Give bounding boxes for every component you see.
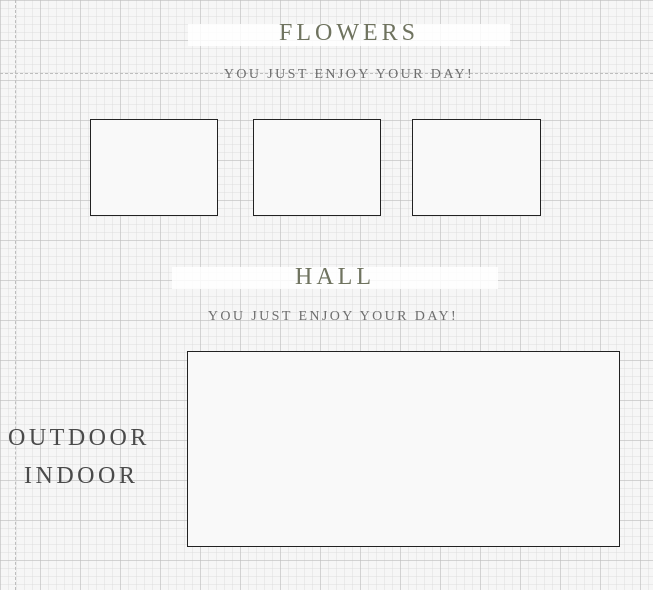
hall-subtitle: YOU JUST ENJOY YOUR DAY! — [207, 309, 459, 324]
flower-photo-placeholder-2[interactable] — [253, 119, 381, 216]
hall-title: HALL — [295, 264, 375, 290]
hall-photo-placeholder[interactable] — [187, 351, 620, 547]
flower-photo-placeholder-1[interactable] — [90, 119, 218, 216]
vertical-guide-line — [15, 0, 16, 590]
outdoor-label: OUTDOOR — [8, 425, 150, 451]
flowers-subtitle: YOU JUST ENJOY YOUR DAY! — [223, 67, 475, 82]
flower-photo-placeholder-3[interactable] — [412, 119, 541, 216]
indoor-label: INDOOR — [24, 463, 139, 489]
flowers-title: FLOWERS — [278, 20, 419, 46]
